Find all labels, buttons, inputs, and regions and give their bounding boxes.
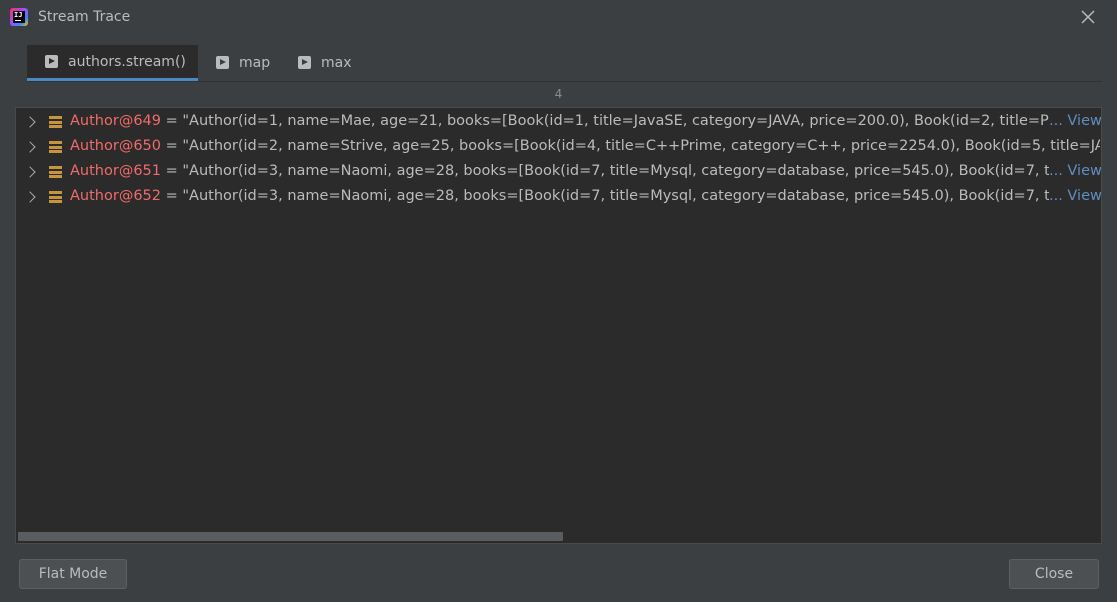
tab-label: max bbox=[321, 54, 352, 71]
tab-label: authors.stream() bbox=[68, 53, 186, 70]
trace-tabs: authors.stream() map max bbox=[27, 45, 1102, 82]
object-icon bbox=[49, 166, 62, 179]
tree-row[interactable]: Author@650 = "Author(id=2, name=Strive, … bbox=[16, 136, 1101, 160]
variable-name: Author@651 bbox=[70, 163, 161, 179]
object-icon bbox=[49, 116, 62, 129]
tab-max[interactable]: max bbox=[280, 45, 362, 80]
tab-label: map bbox=[239, 54, 271, 71]
object-icon bbox=[49, 191, 62, 204]
stream-call-icon bbox=[216, 56, 229, 69]
view-link[interactable]: ... View bbox=[1049, 163, 1101, 179]
tab-map[interactable]: map bbox=[198, 45, 280, 80]
values-tree[interactable]: Author@649 = "Author(id=1, name=Mae, age… bbox=[15, 107, 1102, 544]
tree-row[interactable]: Author@652 = "Author(id=3, name=Naomi, a… bbox=[16, 186, 1101, 210]
stream-call-icon bbox=[298, 56, 311, 69]
view-link[interactable]: ... View bbox=[1049, 113, 1101, 129]
variable-value: "Author(id=3, name=Naomi, age=28, books=… bbox=[182, 188, 1050, 204]
variable-name: Author@652 bbox=[70, 188, 161, 204]
chevron-right-icon[interactable] bbox=[24, 116, 36, 128]
title-bar: IJ Stream Trace bbox=[0, 0, 1117, 36]
item-count: 4 bbox=[554, 87, 563, 101]
variable-value: "Author(id=2, name=Strive, age=25, books… bbox=[182, 138, 1100, 154]
view-link[interactable]: ... View bbox=[1049, 188, 1101, 204]
object-icon bbox=[49, 141, 62, 154]
stream-trace-dialog: IJ Stream Trace authors.stream() map max… bbox=[0, 0, 1117, 602]
stream-call-icon bbox=[45, 55, 58, 68]
tab-authors-stream[interactable]: authors.stream() bbox=[27, 45, 198, 81]
flat-mode-button[interactable]: Flat Mode bbox=[19, 559, 127, 589]
horizontal-scrollbar[interactable] bbox=[18, 532, 563, 541]
intellij-idea-icon: IJ bbox=[10, 8, 28, 26]
chevron-right-icon[interactable] bbox=[24, 141, 36, 153]
variable-value: "Author(id=3, name=Naomi, age=28, books=… bbox=[182, 163, 1050, 179]
chevron-right-icon[interactable] bbox=[24, 191, 36, 203]
variable-name: Author@649 bbox=[70, 113, 161, 129]
close-button[interactable]: Close bbox=[1009, 559, 1099, 589]
chevron-right-icon[interactable] bbox=[24, 166, 36, 178]
close-icon[interactable] bbox=[1079, 8, 1097, 26]
tree-row[interactable]: Author@649 = "Author(id=1, name=Mae, age… bbox=[16, 111, 1101, 135]
variable-value: "Author(id=1, name=Mae, age=21, books=[B… bbox=[182, 113, 1050, 129]
variable-name: Author@650 bbox=[70, 138, 161, 154]
window-title: Stream Trace bbox=[38, 9, 131, 25]
tree-row[interactable]: Author@651 = "Author(id=3, name=Naomi, a… bbox=[16, 161, 1101, 185]
